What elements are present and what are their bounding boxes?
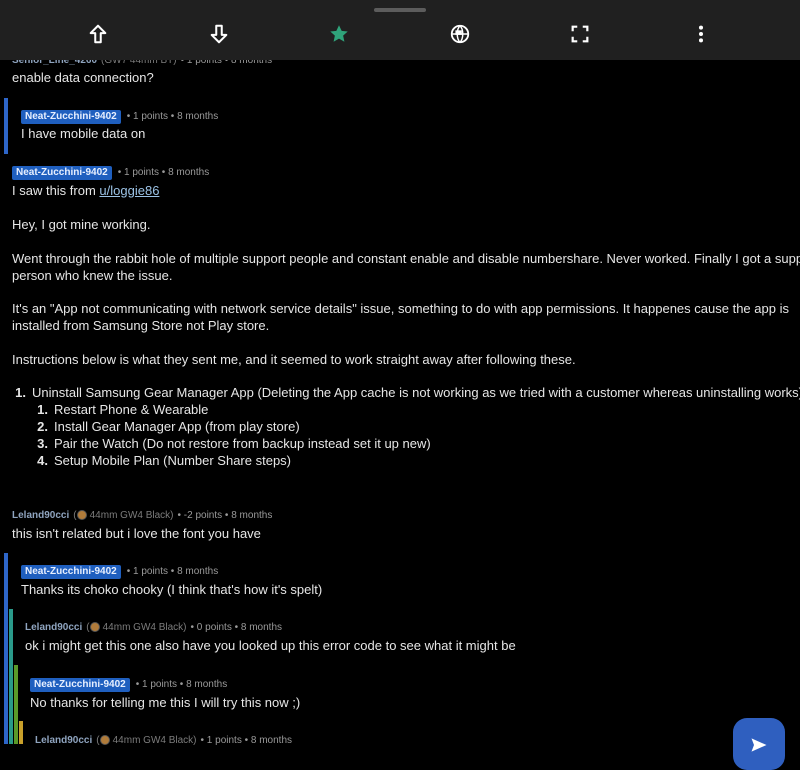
list-item: 1. Uninstall Samsung Gear Manager App (D… <box>4 384 800 401</box>
op-author-badge[interactable]: Neat-Zucchini-9402 <box>21 565 121 579</box>
op-author-badge[interactable]: Neat-Zucchini-9402 <box>30 678 130 692</box>
paragraph: person who knew the issue. <box>12 268 173 283</box>
comment-meta: Neat-Zucchini-9402 • 1 points • 8 months <box>21 565 218 579</box>
thread-depth-line <box>4 721 8 744</box>
star-icon[interactable] <box>324 19 354 49</box>
comment-meta: Neat-Zucchini-9402 • 1 points • 8 months <box>21 110 218 124</box>
comment-body: I have mobile data on <box>21 126 146 141</box>
thread-depth-line <box>4 98 8 154</box>
paragraph: It's an "App not communicating with netw… <box>12 301 789 316</box>
thread-depth-line <box>19 721 23 744</box>
paragraph: Hey, I got mine working. <box>12 217 151 232</box>
list-number: 2. <box>37 419 48 434</box>
thread-depth-line <box>9 609 13 665</box>
upvote-icon[interactable] <box>83 19 113 49</box>
list-text: Install Gear Manager App (from play stor… <box>54 419 300 434</box>
list-text: Uninstall Samsung Gear Manager App (Dele… <box>32 385 800 400</box>
comment-score-age: • 0 points • 8 months <box>190 622 283 633</box>
comment-author[interactable]: Leland90cci <box>25 621 82 635</box>
list-number: 1. <box>15 385 26 400</box>
comment-thread: Senior_Line_4260 (GW7 44mm BT) • 1 point… <box>0 0 800 746</box>
reply-fab-button[interactable] <box>733 718 785 770</box>
body-text: I saw this from <box>12 183 100 198</box>
comment-meta: Leland90cci (44mm GW4 Black) • -2 points… <box>12 509 272 523</box>
flair-text: 44mm GW4 Black) <box>102 622 187 633</box>
list-text: Pair the Watch (Do not restore from back… <box>54 436 431 451</box>
user-link[interactable]: u/loggie86 <box>99 183 159 198</box>
send-icon <box>751 738 767 752</box>
thread-depth-line <box>14 721 18 744</box>
list-item: 4. Setup Mobile Plan (Number Share steps… <box>26 452 291 469</box>
paragraph: Instructions below is what they sent me,… <box>12 352 576 367</box>
comment-meta: Leland90cci (44mm GW4 Black) • 0 points … <box>25 621 282 635</box>
comment-body-intro: I saw this from u/loggie86 <box>12 182 159 199</box>
comment-author[interactable]: Leland90cci <box>35 734 92 748</box>
thread-depth-line <box>9 665 13 721</box>
thread-depth-line <box>4 553 8 609</box>
flair-watch-icon <box>89 622 100 633</box>
comment-score-age: • 1 points • 8 months <box>117 167 210 178</box>
comment-author[interactable]: Leland90cci <box>12 509 69 523</box>
op-author-badge[interactable]: Neat-Zucchini-9402 <box>21 110 121 124</box>
list-number: 1. <box>37 402 48 417</box>
user-flair: (44mm GW4 Black) <box>73 509 173 523</box>
comment-body: ok i might get this one also have you lo… <box>25 638 516 653</box>
comment-meta: Neat-Zucchini-9402 • 1 points • 8 months <box>12 166 209 180</box>
paragraph: Went through the rabbit hole of multiple… <box>12 251 800 266</box>
downvote-icon[interactable] <box>204 19 234 49</box>
comment-meta: Neat-Zucchini-9402 • 1 points • 8 months <box>30 678 227 692</box>
list-text: Restart Phone & Wearable <box>54 402 209 417</box>
drag-handle[interactable] <box>374 8 426 12</box>
comment-meta: Leland90cci (44mm GW4 Black) • 1 points … <box>35 734 292 748</box>
fullscreen-icon[interactable] <box>565 19 595 49</box>
thread-depth-line <box>4 609 8 665</box>
flair-watch-icon <box>76 510 87 521</box>
comment-body: enable data connection? <box>12 70 154 85</box>
list-number: 3. <box>37 436 48 451</box>
comment-score-age: • 1 points • 8 months <box>126 111 219 122</box>
thread-depth-line <box>9 721 13 744</box>
comment-body: Thanks its choko chooky (I think that's … <box>21 582 323 597</box>
thread-depth-line <box>4 665 8 721</box>
comment-score-age: • 1 points • 8 months <box>126 566 219 577</box>
top-toolbar <box>0 0 800 60</box>
more-vertical-icon[interactable] <box>686 19 716 49</box>
translate-globe-icon[interactable] <box>445 19 475 49</box>
flair-text: 44mm GW4 Black) <box>112 735 197 746</box>
user-flair: (44mm GW4 Black) <box>96 734 196 748</box>
comment-score-age: • -2 points • 8 months <box>177 510 273 521</box>
op-author-badge[interactable]: Neat-Zucchini-9402 <box>12 166 112 180</box>
comment-score-age: • 1 points • 8 months <box>135 679 228 690</box>
list-item: 2. Install Gear Manager App (from play s… <box>26 418 300 435</box>
paragraph: installed from Samsung Store not Play st… <box>12 318 270 333</box>
list-number: 4. <box>37 453 48 468</box>
flair-text: 44mm GW4 Black) <box>89 510 174 521</box>
comment-body: No thanks for telling me this I will try… <box>30 695 301 710</box>
list-text: Setup Mobile Plan (Number Share steps) <box>54 453 292 468</box>
list-item: 1. Restart Phone & Wearable <box>26 401 208 418</box>
comment-body: this isn't related but i love the font y… <box>12 526 261 541</box>
thread-depth-line <box>14 665 18 721</box>
user-flair: (44mm GW4 Black) <box>86 621 186 635</box>
list-item: 3. Pair the Watch (Do not restore from b… <box>26 435 431 452</box>
comment-score-age: • 1 points • 8 months <box>200 735 293 746</box>
